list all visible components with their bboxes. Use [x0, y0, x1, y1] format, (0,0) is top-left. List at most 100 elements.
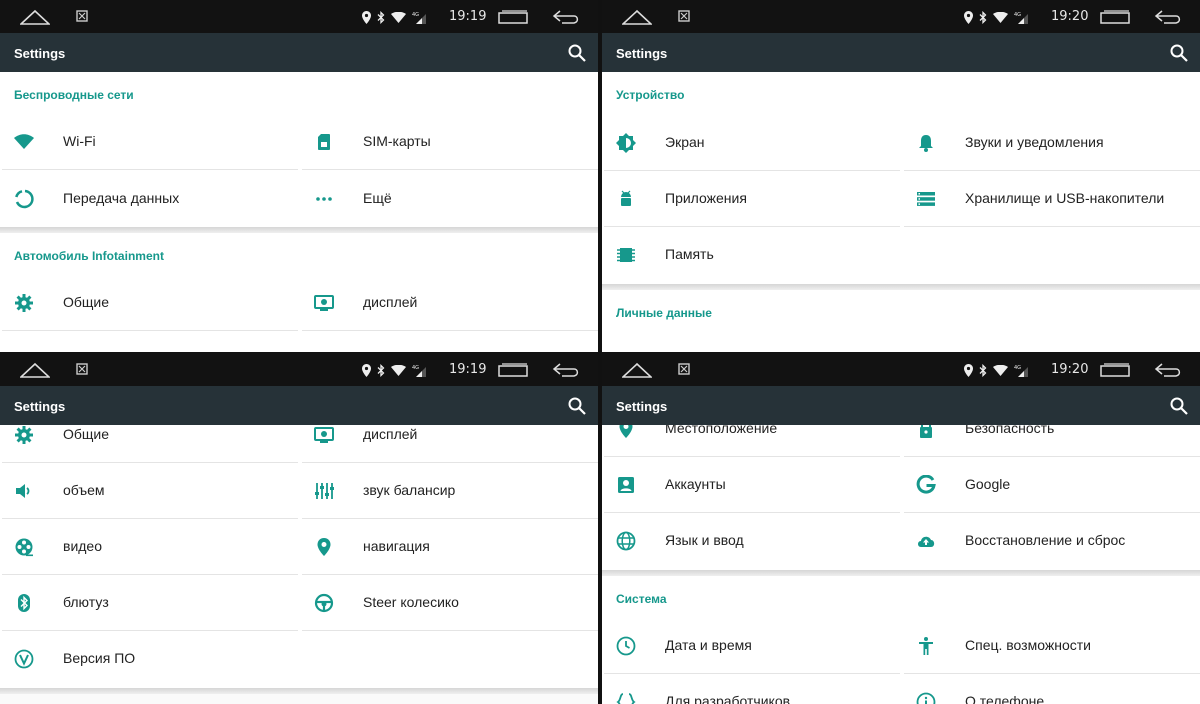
setting-screen[interactable]: Экран — [604, 115, 900, 171]
search-icon[interactable] — [568, 44, 586, 62]
status-bar: 4G 19:19 — [0, 0, 598, 33]
setting-developer[interactable]: Для разработчиков — [604, 674, 900, 704]
setting-apps[interactable]: Приложения — [604, 171, 900, 227]
steering-wheel-icon — [314, 593, 334, 613]
setting-navigation[interactable]: навигация — [302, 519, 598, 575]
setting-label: Для разработчиков — [665, 693, 791, 704]
search-icon[interactable] — [1170, 397, 1188, 415]
setting-more[interactable]: Ещё — [302, 171, 598, 227]
setting-general[interactable]: Общие — [2, 425, 298, 463]
app-bar: Settings — [0, 33, 598, 72]
wifi-status-icon — [993, 11, 1008, 23]
setting-data-usage[interactable]: Передача данных — [2, 171, 298, 227]
divider — [302, 630, 598, 631]
setting-wifi[interactable]: Wi-Fi — [2, 114, 298, 170]
settings-screen-device: 4G 19:20 Settings Устройство Экран Звуки… — [602, 0, 1200, 352]
home-icon[interactable] — [622, 362, 652, 378]
setting-steering-wheel[interactable]: Steer колесико — [302, 575, 598, 631]
setting-security[interactable]: Безопасность — [904, 425, 1200, 457]
setting-label: звук балансир — [363, 482, 456, 498]
setting-label: Хранилище и USB-накопители — [965, 190, 1165, 206]
divider — [2, 169, 298, 170]
wifi-status-icon — [993, 364, 1008, 376]
recent-apps-icon[interactable] — [1100, 10, 1130, 24]
setting-label: Ещё — [363, 190, 392, 206]
recent-apps-icon[interactable] — [498, 10, 528, 24]
section-card: Общие дисплей объем звук балансир видео — [0, 425, 598, 688]
section-header: Система — [616, 592, 667, 606]
setting-label: Безопасность — [965, 425, 1055, 436]
recent-apps-icon[interactable] — [498, 363, 528, 377]
setting-storage[interactable]: Хранилище и USB-накопители — [904, 171, 1200, 227]
setting-backup-reset[interactable]: Восстановление и сброс — [904, 513, 1200, 569]
search-icon[interactable] — [1170, 44, 1188, 62]
location-pin-icon — [317, 538, 331, 556]
back-icon[interactable] — [552, 9, 580, 25]
status-time: 19:20 — [1051, 9, 1089, 24]
setting-label: дисплей — [363, 294, 418, 310]
card-shadow — [0, 688, 598, 694]
setting-label: Общие — [63, 426, 110, 442]
memory-chip-icon — [617, 248, 635, 262]
settings-screen-wireless: 4G 19:19 Settings Беспроводные сети Wi-F… — [0, 0, 598, 352]
setting-sim-cards[interactable]: SIM-карты — [302, 114, 598, 170]
app-bar: Settings — [602, 33, 1200, 72]
volume-icon — [16, 484, 30, 498]
wifi-status-icon — [391, 11, 406, 23]
setting-memory[interactable]: Память — [604, 227, 900, 283]
setting-label: SIM-карты — [363, 133, 431, 149]
status-bar: 4G 19:19 — [0, 353, 598, 386]
section-header: Автомобиль Infotainment — [14, 249, 164, 263]
setting-label: Местоположение — [665, 425, 778, 436]
setting-label: Дата и время — [665, 637, 752, 653]
setting-software-version[interactable]: Версия ПО — [2, 631, 298, 687]
setting-label: Восстановление и сброс — [965, 532, 1126, 548]
setting-label: О телефоне — [965, 693, 1045, 704]
setting-language[interactable]: Язык и ввод — [604, 513, 900, 569]
setting-accessibility[interactable]: Спец. возможности — [904, 618, 1200, 674]
location-icon — [964, 363, 973, 377]
app-bar: Settings — [0, 386, 598, 425]
setting-volume[interactable]: объем — [2, 463, 298, 519]
setting-accounts[interactable]: Аккаунты — [604, 457, 900, 513]
display-icon — [314, 295, 334, 311]
setting-display[interactable]: дисплей — [302, 275, 598, 331]
svg-text:4G: 4G — [1014, 12, 1021, 18]
brightness-icon — [616, 133, 636, 153]
setting-location[interactable]: Местоположение — [604, 425, 900, 457]
setting-sound-balance[interactable]: звук балансир — [302, 463, 598, 519]
back-icon[interactable] — [552, 362, 580, 378]
setting-general[interactable]: Общие — [2, 275, 298, 331]
sim-card-icon — [318, 134, 330, 150]
status-time: 19:20 — [1051, 362, 1089, 377]
divider — [302, 330, 598, 331]
location-icon — [362, 10, 371, 24]
status-bar: 4G 19:20 — [602, 353, 1200, 386]
back-icon[interactable] — [1154, 362, 1182, 378]
setting-date-time[interactable]: Дата и время — [604, 618, 900, 674]
recent-apps-icon[interactable] — [1100, 363, 1130, 377]
notification-icon — [678, 363, 690, 375]
home-icon[interactable] — [622, 9, 652, 25]
home-icon[interactable] — [20, 362, 50, 378]
setting-about-phone[interactable]: О телефоне — [904, 674, 1200, 704]
back-icon[interactable] — [1154, 9, 1182, 25]
setting-label: Спец. возможности — [965, 637, 1091, 653]
section-card: Устройство Экран Звуки и уведомления При… — [602, 72, 1200, 284]
setting-bluetooth[interactable]: блютуз — [2, 575, 298, 631]
android-icon — [621, 190, 631, 206]
wifi-status-icon — [391, 364, 406, 376]
settings-list: Устройство Экран Звуки и уведомления При… — [602, 72, 1200, 352]
setting-display[interactable]: дисплей — [302, 425, 598, 463]
bluetooth-status-icon — [979, 363, 987, 377]
divider — [2, 330, 298, 331]
setting-video[interactable]: видео — [2, 519, 298, 575]
search-icon[interactable] — [568, 397, 586, 415]
setting-label: Передача данных — [63, 190, 180, 206]
home-icon[interactable] — [20, 9, 50, 25]
notification-icon — [678, 10, 690, 22]
setting-google[interactable]: Google — [904, 457, 1200, 513]
gear-icon — [15, 294, 33, 312]
setting-sounds[interactable]: Звуки и уведомления — [904, 115, 1200, 171]
status-time: 19:19 — [449, 362, 487, 377]
